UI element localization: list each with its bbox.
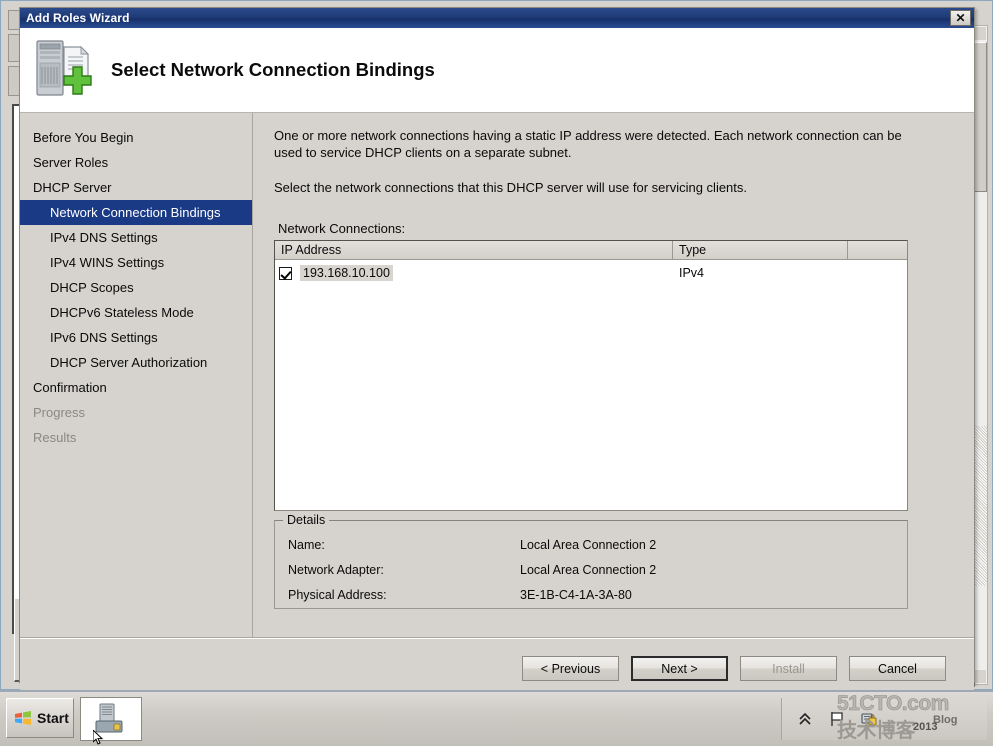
dialog-header: Select Network Connection Bindings xyxy=(20,28,974,113)
details-group: Details Name: Local Area Connection 2 Net… xyxy=(274,513,908,609)
sidebar-item-confirmation[interactable]: Confirmation xyxy=(20,375,252,400)
detail-key: Physical Address: xyxy=(288,588,387,602)
table-row[interactable]: 193.168.10.100 IPv4 xyxy=(275,263,907,283)
flag-action-center-icon[interactable] xyxy=(828,710,846,728)
network-security-icon[interactable] xyxy=(860,710,878,728)
details-legend: Details xyxy=(283,513,330,527)
dialog-titlebar[interactable]: Add Roles Wizard ✕ xyxy=(20,8,974,28)
footer-button-row: < Previous Next > Install Cancel xyxy=(522,656,946,681)
windows-logo-icon xyxy=(15,711,31,725)
sidebar-item-ipv4-dns-settings[interactable]: IPv4 DNS Settings xyxy=(20,225,252,250)
detail-value: Local Area Connection 2 xyxy=(520,563,657,577)
cell-ip-address: 193.168.10.100 xyxy=(300,265,393,281)
sidebar-item-dhcp-scopes[interactable]: DHCP Scopes xyxy=(20,275,252,300)
detail-value: Local Area Connection 2 xyxy=(520,538,657,552)
detail-row-physical-address: Physical Address: 3E-1B-C4-1A-3A-80 xyxy=(288,588,898,602)
server-manager-icon xyxy=(95,703,123,733)
network-connections-listview[interactable]: IP Address Type 193.168.10.100 IPv4 xyxy=(274,240,908,511)
sidebar-item-dhcp-server-authorization[interactable]: DHCP Server Authorization xyxy=(20,350,252,375)
detail-row-network-adapter: Network Adapter: Local Area Connection 2 xyxy=(288,563,898,577)
background-left-strip xyxy=(4,4,24,688)
detail-value: 3E-1B-C4-1A-3A-80 xyxy=(520,588,632,602)
show-hidden-icons-chevron[interactable] xyxy=(796,710,814,728)
previous-button[interactable]: < Previous xyxy=(522,656,619,681)
sidebar-item-dhcp-server[interactable]: DHCP Server xyxy=(20,175,252,200)
sidebar-item-ipv6-dns-settings[interactable]: IPv6 DNS Settings xyxy=(20,325,252,350)
start-label: Start xyxy=(37,710,69,726)
taskbar-item-server-manager[interactable] xyxy=(80,697,142,741)
sidebar-item-ipv4-wins-settings[interactable]: IPv4 WINS Settings xyxy=(20,250,252,275)
taskbar: Start 51CTO.com 技术博客 Blog 2013 xyxy=(0,690,993,746)
dialog-title: Add Roles Wizard xyxy=(26,11,130,25)
add-roles-wizard-dialog: Add Roles Wizard ✕ Select Network Connec… xyxy=(19,7,975,702)
wizard-content-panel: One or more network connections having a… xyxy=(253,113,974,638)
dialog-body: Before You Begin Server Roles DHCP Serve… xyxy=(20,113,974,638)
cell-type: IPv4 xyxy=(679,266,705,280)
listview-header: IP Address Type xyxy=(275,241,907,260)
next-button[interactable]: Next > xyxy=(631,656,728,681)
sidebar-item-server-roles[interactable]: Server Roles xyxy=(20,150,252,175)
wizard-steps-sidebar: Before You Begin Server Roles DHCP Serve… xyxy=(20,113,253,638)
close-icon[interactable]: ✕ xyxy=(950,10,971,26)
intro-paragraph-2: Select the network connections that this… xyxy=(274,180,748,195)
sidebar-item-dhcpv6-stateless-mode[interactable]: DHCPv6 Stateless Mode xyxy=(20,300,252,325)
sidebar-item-before-you-begin[interactable]: Before You Begin xyxy=(20,125,252,150)
start-button[interactable]: Start xyxy=(6,698,74,738)
page-title: Select Network Connection Bindings xyxy=(111,59,435,80)
detail-key: Name: xyxy=(288,538,325,552)
column-header-extra[interactable] xyxy=(848,241,907,259)
close-glyph: ✕ xyxy=(955,11,966,25)
row-checkbox[interactable] xyxy=(279,266,292,280)
detail-row-name: Name: Local Area Connection 2 xyxy=(288,538,898,552)
system-tray xyxy=(781,698,987,740)
column-header-type[interactable]: Type xyxy=(673,241,848,259)
cancel-button[interactable]: Cancel xyxy=(849,656,946,681)
sidebar-item-progress: Progress xyxy=(33,405,86,420)
intro-paragraph-1: One or more network connections having a… xyxy=(274,128,902,160)
desktop-screen: Server Manager Server Manager Add Roles … xyxy=(0,0,993,746)
column-header-ip-address[interactable]: IP Address xyxy=(275,241,673,259)
detail-key: Network Adapter: xyxy=(288,563,384,577)
network-connections-label: Network Connections: xyxy=(278,221,406,236)
sidebar-item-results: Results xyxy=(33,430,77,445)
install-button: Install xyxy=(740,656,837,681)
sidebar-item-network-connection-bindings[interactable]: Network Connection Bindings xyxy=(20,200,252,225)
server-add-icon xyxy=(36,40,92,96)
